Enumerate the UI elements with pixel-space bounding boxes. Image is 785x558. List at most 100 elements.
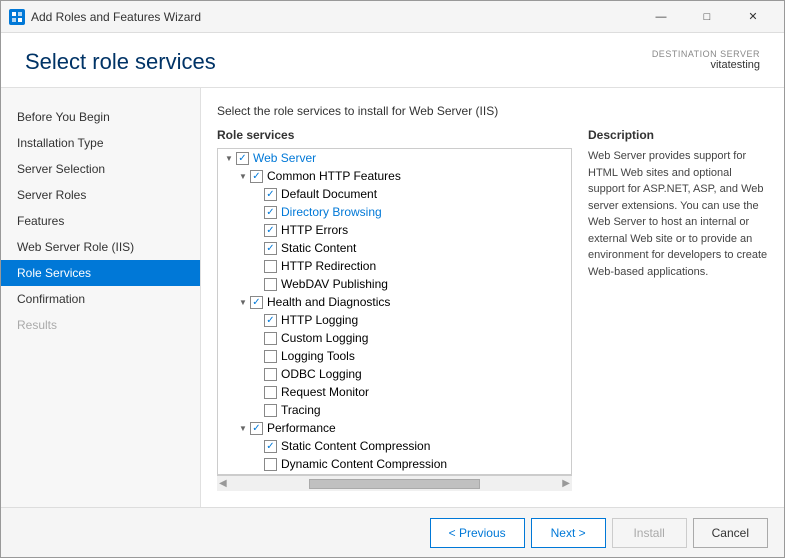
label-odbc-logging: ODBC Logging <box>281 367 362 381</box>
checkbox-logging-tools[interactable] <box>264 350 277 363</box>
label-tracing: Tracing <box>281 403 321 417</box>
expand-dynamic-compression <box>250 457 264 471</box>
tree-item-http-errors[interactable]: ✓ HTTP Errors <box>218 221 571 239</box>
checkbox-web-server[interactable]: ✓ <box>236 152 249 165</box>
destination-name: vitatesting <box>652 59 760 71</box>
checkbox-http-errors[interactable]: ✓ <box>264 224 277 237</box>
description-text: Web Server provides support for HTML Web… <box>588 148 768 280</box>
tree-item-odbc-logging[interactable]: ODBC Logging <box>218 365 571 383</box>
expand-performance[interactable]: ▼ <box>236 421 250 435</box>
label-static-content: Static Content <box>281 241 356 255</box>
sidebar-item-features[interactable]: Features <box>1 208 200 234</box>
checkbox-dir-browsing[interactable]: ✓ <box>264 206 277 219</box>
title-bar: Add Roles and Features Wizard — □ ✕ <box>1 1 784 33</box>
tree-item-static-content[interactable]: ✓ Static Content <box>218 239 571 257</box>
scroll-thumb[interactable] <box>309 479 481 489</box>
footer: < Previous Next > Install Cancel <box>1 507 784 557</box>
top-content: Before You Begin Installation Type Serve… <box>1 88 784 507</box>
app-icon <box>9 9 25 25</box>
previous-button[interactable]: < Previous <box>430 518 525 548</box>
tree-item-tracing[interactable]: Tracing <box>218 401 571 419</box>
tree-item-dynamic-compression[interactable]: Dynamic Content Compression <box>218 455 571 473</box>
label-logging-tools: Logging Tools <box>281 349 355 363</box>
expand-dir-browsing <box>250 205 264 219</box>
checkbox-http-logging[interactable]: ✓ <box>264 314 277 327</box>
sidebar-item-confirmation[interactable]: Confirmation <box>1 286 200 312</box>
label-default-doc: Default Document <box>281 187 377 201</box>
label-webdav: WebDAV Publishing <box>281 277 388 291</box>
sidebar: Before You Begin Installation Type Serve… <box>1 88 201 507</box>
expand-web-server[interactable]: ▼ <box>222 151 236 165</box>
checkbox-custom-logging[interactable] <box>264 332 277 345</box>
role-services-panel: Role services ▼ ✓ Web Server ▼ ✓ <box>217 128 572 491</box>
label-dynamic-compression: Dynamic Content Compression <box>281 457 447 471</box>
label-performance: Performance <box>267 421 336 435</box>
tree-item-dir-browsing[interactable]: ✓ Directory Browsing <box>218 203 571 221</box>
destination-server-info: DESTINATION SERVER vitatesting <box>652 49 760 71</box>
checkbox-webdav[interactable] <box>264 278 277 291</box>
destination-label: DESTINATION SERVER <box>652 49 760 59</box>
expand-tracing <box>250 403 264 417</box>
main-window: Add Roles and Features Wizard — □ ✕ Sele… <box>0 0 785 558</box>
minimize-button[interactable]: — <box>638 4 684 30</box>
tree-item-custom-logging[interactable]: Custom Logging <box>218 329 571 347</box>
expand-odbc-logging <box>250 367 264 381</box>
checkbox-dynamic-compression[interactable] <box>264 458 277 471</box>
tree-item-web-server[interactable]: ▼ ✓ Web Server <box>218 149 571 167</box>
tree-item-logging-tools[interactable]: Logging Tools <box>218 347 571 365</box>
title-bar-left: Add Roles and Features Wizard <box>9 9 201 25</box>
expand-webdav <box>250 277 264 291</box>
tree-item-http-redirect[interactable]: HTTP Redirection <box>218 257 571 275</box>
tree-item-health-diag[interactable]: ▼ ✓ Health and Diagnostics <box>218 293 571 311</box>
checkbox-default-doc[interactable]: ✓ <box>264 188 277 201</box>
tree-item-common-http[interactable]: ▼ ✓ Common HTTP Features <box>218 167 571 185</box>
checkbox-tracing[interactable] <box>264 404 277 417</box>
checkbox-odbc-logging[interactable] <box>264 368 277 381</box>
sidebar-item-installation-type[interactable]: Installation Type <box>1 130 200 156</box>
install-button: Install <box>612 518 687 548</box>
close-button[interactable]: ✕ <box>730 4 776 30</box>
expand-http-errors <box>250 223 264 237</box>
tree-item-security[interactable]: ▼ ✓ Security <box>218 473 571 475</box>
sidebar-item-before-you-begin[interactable]: Before You Begin <box>1 104 200 130</box>
expand-logging-tools <box>250 349 264 363</box>
cancel-button[interactable]: Cancel <box>693 518 768 548</box>
tree-item-request-monitor[interactable]: Request Monitor <box>218 383 571 401</box>
scroll-left-arrow[interactable]: ◀ <box>217 478 229 489</box>
label-common-http: Common HTTP Features <box>267 169 401 183</box>
tree-container[interactable]: ▼ ✓ Web Server ▼ ✓ Common HTTP Features <box>217 148 572 475</box>
sidebar-item-server-roles[interactable]: Server Roles <box>1 182 200 208</box>
tree-item-performance[interactable]: ▼ ✓ Performance <box>218 419 571 437</box>
scroll-right-arrow[interactable]: ▶ <box>560 478 572 489</box>
role-services-header: Role services <box>217 128 572 142</box>
sidebar-item-role-services[interactable]: Role Services <box>1 260 200 286</box>
label-health-diag: Health and Diagnostics <box>267 295 390 309</box>
label-http-redirect: HTTP Redirection <box>281 259 376 273</box>
maximize-button[interactable]: □ <box>684 4 730 30</box>
expand-health-diag[interactable]: ▼ <box>236 295 250 309</box>
sidebar-item-server-selection[interactable]: Server Selection <box>1 156 200 182</box>
tree-item-static-compression[interactable]: ✓ Static Content Compression <box>218 437 571 455</box>
two-column-layout: Role services ▼ ✓ Web Server ▼ ✓ <box>217 128 768 491</box>
checkbox-common-http[interactable]: ✓ <box>250 170 263 183</box>
label-http-logging: HTTP Logging <box>281 313 358 327</box>
checkbox-static-content[interactable]: ✓ <box>264 242 277 255</box>
checkbox-request-monitor[interactable] <box>264 386 277 399</box>
expand-http-logging <box>250 313 264 327</box>
label-custom-logging: Custom Logging <box>281 331 368 345</box>
next-button[interactable]: Next > <box>531 518 606 548</box>
tree-item-http-logging[interactable]: ✓ HTTP Logging <box>218 311 571 329</box>
tree-item-default-doc[interactable]: ✓ Default Document <box>218 185 571 203</box>
tree-item-webdav[interactable]: WebDAV Publishing <box>218 275 571 293</box>
horizontal-scrollbar[interactable]: ◀ ▶ <box>217 475 572 491</box>
label-dir-browsing: Directory Browsing <box>281 205 382 219</box>
checkbox-http-redirect[interactable] <box>264 260 277 273</box>
sidebar-item-web-server-role[interactable]: Web Server Role (IIS) <box>1 234 200 260</box>
checkbox-health-diag[interactable]: ✓ <box>250 296 263 309</box>
expand-static-compression <box>250 439 264 453</box>
checkbox-performance[interactable]: ✓ <box>250 422 263 435</box>
expand-common-http[interactable]: ▼ <box>236 169 250 183</box>
expand-request-monitor <box>250 385 264 399</box>
main-content: Select the role services to install for … <box>201 88 784 507</box>
checkbox-static-compression[interactable]: ✓ <box>264 440 277 453</box>
